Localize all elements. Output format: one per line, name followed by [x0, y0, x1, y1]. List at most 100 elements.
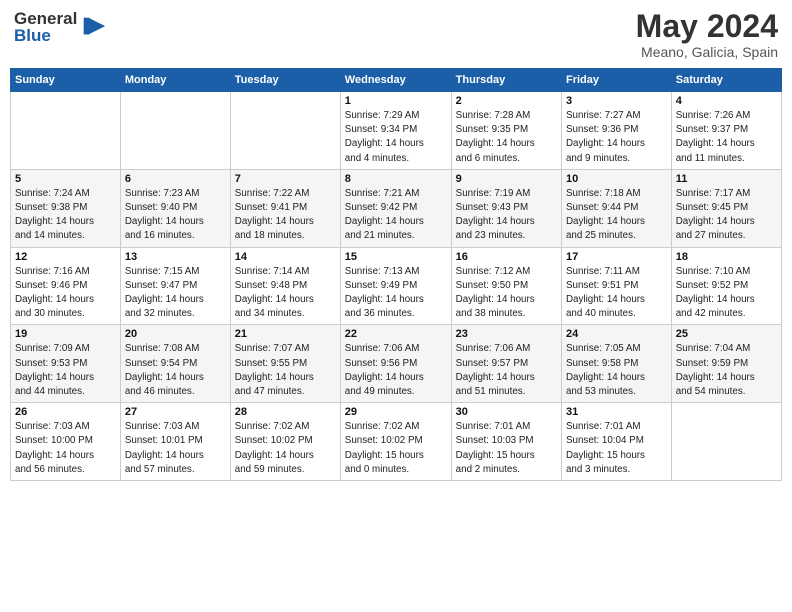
logo-general: General [14, 10, 77, 27]
day-number: 16 [456, 251, 557, 263]
day-number: 31 [566, 406, 667, 418]
calendar-cell: 15 Sunrise: 7:13 AM Sunset: 9:49 PM Dayli… [340, 247, 451, 325]
col-tuesday: Tuesday [230, 69, 340, 92]
calendar-cell: 13Sunrise: 7:15 AM Sunset: 9:47 PM Dayli… [120, 247, 230, 325]
day-info: Sunrise: 7:15 AM Sunset: 9:47 PM Dayligh… [125, 265, 226, 322]
week-row-4: 19 Sunrise: 7:09 AM Sunset: 9:53 PM Dayli… [11, 325, 782, 403]
calendar-cell: 20 Sunrise: 7:08 AM Sunset: 9:54 PM Dayli… [120, 325, 230, 403]
calendar-cell: 3 Sunrise: 7:27 AM Sunset: 9:36 PM Daylig… [561, 92, 671, 170]
calendar-cell: 8 Sunrise: 7:21 AM Sunset: 9:42 PM Daylig… [340, 169, 451, 247]
calendar-cell: 4 Sunrise: 7:26 AM Sunset: 9:37 PM Daylig… [671, 92, 781, 170]
title-block: May 2024 Meano, Galicia, Spain [636, 10, 778, 60]
day-number: 15 [345, 251, 447, 263]
logo-text: General Blue [14, 10, 77, 44]
calendar-cell: 19 Sunrise: 7:09 AM Sunset: 9:53 PM Dayli… [11, 325, 121, 403]
col-sunday: Sunday [11, 69, 121, 92]
day-number: 23 [456, 328, 557, 340]
day-info: Sunrise: 7:03 AM Sunset: 10:00 PM Daylig… [15, 420, 116, 477]
day-number: 9 [456, 173, 557, 185]
day-info: Sunrise: 7:06 AM Sunset: 9:57 PM Dayligh… [456, 342, 557, 399]
header: General Blue May 2024 Meano, Galicia, Sp… [10, 10, 782, 60]
calendar-cell: 24 Sunrise: 7:05 AM Sunset: 9:58 PM Dayli… [561, 325, 671, 403]
calendar-cell: 6Sunrise: 7:23 AM Sunset: 9:40 PM Daylig… [120, 169, 230, 247]
day-number: 5 [15, 173, 116, 185]
day-number: 14 [235, 251, 336, 263]
day-info: Sunrise: 7:10 AM Sunset: 9:52 PM Dayligh… [676, 265, 777, 322]
day-number: 2 [456, 95, 557, 107]
calendar-cell: 11Sunrise: 7:17 AM Sunset: 9:45 PM Dayli… [671, 169, 781, 247]
day-info: Sunrise: 7:02 AM Sunset: 10:02 PM Daylig… [345, 420, 447, 477]
calendar-cell: 28Sunrise: 7:02 AM Sunset: 10:02 PM Dayl… [230, 403, 340, 481]
day-info: Sunrise: 7:22 AM Sunset: 9:41 PM Dayligh… [235, 187, 336, 244]
day-info: Sunrise: 7:08 AM Sunset: 9:54 PM Dayligh… [125, 342, 226, 399]
subtitle: Meano, Galicia, Spain [636, 44, 778, 60]
day-number: 7 [235, 173, 336, 185]
calendar-cell: 2Sunrise: 7:28 AM Sunset: 9:35 PM Daylig… [451, 92, 561, 170]
day-info: Sunrise: 7:18 AM Sunset: 9:44 PM Dayligh… [566, 187, 667, 244]
logo-blue: Blue [14, 27, 77, 44]
calendar-cell: 17Sunrise: 7:11 AM Sunset: 9:51 PM Dayli… [561, 247, 671, 325]
day-info: Sunrise: 7:19 AM Sunset: 9:43 PM Dayligh… [456, 187, 557, 244]
calendar-cell [120, 92, 230, 170]
calendar-cell: 25 Sunrise: 7:04 AM Sunset: 9:59 PM Dayli… [671, 325, 781, 403]
day-info: Sunrise: 7:11 AM Sunset: 9:51 PM Dayligh… [566, 265, 667, 322]
calendar-cell: 5 Sunrise: 7:24 AM Sunset: 9:38 PM Daylig… [11, 169, 121, 247]
calendar-cell: 23 Sunrise: 7:06 AM Sunset: 9:57 PM Dayli… [451, 325, 561, 403]
month-title: May 2024 [636, 10, 778, 42]
day-number: 29 [345, 406, 447, 418]
day-info: Sunrise: 7:03 AM Sunset: 10:01 PM Daylig… [125, 420, 226, 477]
day-info: Sunrise: 7:09 AM Sunset: 9:53 PM Dayligh… [15, 342, 116, 399]
calendar-cell: 18Sunrise: 7:10 AM Sunset: 9:52 PM Dayli… [671, 247, 781, 325]
day-info: Sunrise: 7:01 AM Sunset: 10:03 PM Daylig… [456, 420, 557, 477]
day-info: Sunrise: 7:24 AM Sunset: 9:38 PM Dayligh… [15, 187, 116, 244]
calendar-body: 1Sunrise: 7:29 AM Sunset: 9:34 PM Daylig… [11, 92, 782, 481]
day-number: 6 [125, 173, 226, 185]
logo-icon [79, 13, 107, 41]
day-info: Sunrise: 7:27 AM Sunset: 9:36 PM Dayligh… [566, 109, 667, 166]
day-number: 3 [566, 95, 667, 107]
day-info: Sunrise: 7:05 AM Sunset: 9:58 PM Dayligh… [566, 342, 667, 399]
day-number: 1 [345, 95, 447, 107]
day-number: 27 [125, 406, 226, 418]
day-number: 24 [566, 328, 667, 340]
day-info: Sunrise: 7:26 AM Sunset: 9:37 PM Dayligh… [676, 109, 777, 166]
day-number: 4 [676, 95, 777, 107]
day-number: 22 [345, 328, 447, 340]
calendar: Sunday Monday Tuesday Wednesday Thursday… [10, 68, 782, 481]
day-info: Sunrise: 7:01 AM Sunset: 10:04 PM Daylig… [566, 420, 667, 477]
day-info: Sunrise: 7:17 AM Sunset: 9:45 PM Dayligh… [676, 187, 777, 244]
day-number: 20 [125, 328, 226, 340]
day-number: 28 [235, 406, 336, 418]
calendar-cell: 31 Sunrise: 7:01 AM Sunset: 10:04 PM Dayl… [561, 403, 671, 481]
calendar-cell: 16 Sunrise: 7:12 AM Sunset: 9:50 PM Dayli… [451, 247, 561, 325]
week-row-5: 26 Sunrise: 7:03 AM Sunset: 10:00 PM Dayl… [11, 403, 782, 481]
header-row: Sunday Monday Tuesday Wednesday Thursday… [11, 69, 782, 92]
day-number: 8 [345, 173, 447, 185]
page: General Blue May 2024 Meano, Galicia, Sp… [0, 0, 792, 612]
day-number: 10 [566, 173, 667, 185]
calendar-cell: 10 Sunrise: 7:18 AM Sunset: 9:44 PM Dayli… [561, 169, 671, 247]
day-info: Sunrise: 7:04 AM Sunset: 9:59 PM Dayligh… [676, 342, 777, 399]
col-monday: Monday [120, 69, 230, 92]
calendar-cell: 14Sunrise: 7:14 AM Sunset: 9:48 PM Dayli… [230, 247, 340, 325]
day-number: 26 [15, 406, 116, 418]
day-info: Sunrise: 7:12 AM Sunset: 9:50 PM Dayligh… [456, 265, 557, 322]
calendar-cell [11, 92, 121, 170]
col-thursday: Thursday [451, 69, 561, 92]
calendar-header: Sunday Monday Tuesday Wednesday Thursday… [11, 69, 782, 92]
day-number: 12 [15, 251, 116, 263]
week-row-1: 1Sunrise: 7:29 AM Sunset: 9:34 PM Daylig… [11, 92, 782, 170]
calendar-cell: 12Sunrise: 7:16 AM Sunset: 9:46 PM Dayli… [11, 247, 121, 325]
calendar-cell: 9 Sunrise: 7:19 AM Sunset: 9:43 PM Daylig… [451, 169, 561, 247]
week-row-2: 5 Sunrise: 7:24 AM Sunset: 9:38 PM Daylig… [11, 169, 782, 247]
day-number: 30 [456, 406, 557, 418]
calendar-cell [230, 92, 340, 170]
calendar-cell: 7 Sunrise: 7:22 AM Sunset: 9:41 PM Daylig… [230, 169, 340, 247]
logo: General Blue [14, 10, 107, 44]
calendar-cell: 1Sunrise: 7:29 AM Sunset: 9:34 PM Daylig… [340, 92, 451, 170]
day-number: 25 [676, 328, 777, 340]
day-info: Sunrise: 7:13 AM Sunset: 9:49 PM Dayligh… [345, 265, 447, 322]
day-number: 19 [15, 328, 116, 340]
calendar-cell: 22Sunrise: 7:06 AM Sunset: 9:56 PM Dayli… [340, 325, 451, 403]
day-info: Sunrise: 7:21 AM Sunset: 9:42 PM Dayligh… [345, 187, 447, 244]
